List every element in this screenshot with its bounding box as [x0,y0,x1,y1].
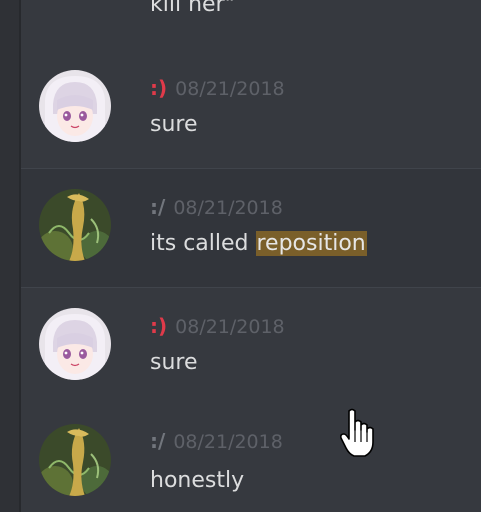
username[interactable]: :/ [150,429,165,453]
message-text-plain: its called [150,231,256,256]
creature-avatar[interactable] [39,424,111,496]
message-item[interactable]: :) 08/21/2018 sure [21,288,481,406]
message-header: :/ 08/21/2018 [150,195,283,221]
message-header: :) 08/21/2018 [150,314,285,340]
chat-window: kill her":) 08/21/2018 sure:/ 08/21/20… [0,0,481,512]
message-list[interactable]: kill her":) 08/21/2018 sure:/ 08/21/20… [21,0,481,512]
anime-girl-avatar[interactable] [39,70,111,142]
hand-pointer-icon [340,408,374,462]
timestamp: 08/21/2018 [175,78,285,100]
message-text: honestly [150,468,245,493]
message-item[interactable]: :/ 08/21/2018 honestly [21,406,481,512]
username[interactable]: :/ [150,195,165,219]
channel-sidebar-edge [0,0,19,512]
timestamp: 08/21/2018 [173,431,283,453]
timestamp: 08/21/2018 [175,316,285,338]
username[interactable]: :) [150,314,167,338]
anime-girl-avatar[interactable] [39,308,111,380]
message-header: :/ 08/21/2018 [150,429,283,455]
message-header: :) 08/21/2018 [150,76,285,102]
message-text: sure [150,112,198,137]
message-item[interactable]: :) 08/21/2018 sure [21,50,481,168]
search-highlight: reposition [255,231,367,256]
timestamp: 08/21/2018 [173,197,283,219]
message-text: sure [150,350,198,375]
username[interactable]: :) [150,76,167,100]
previous-message-fragment: kill her" [150,0,235,17]
message-item-hovered[interactable]: :/ 08/21/2018 its called reposition [21,169,481,287]
message-text: its called reposition [150,229,367,259]
creature-avatar[interactable] [39,189,111,261]
